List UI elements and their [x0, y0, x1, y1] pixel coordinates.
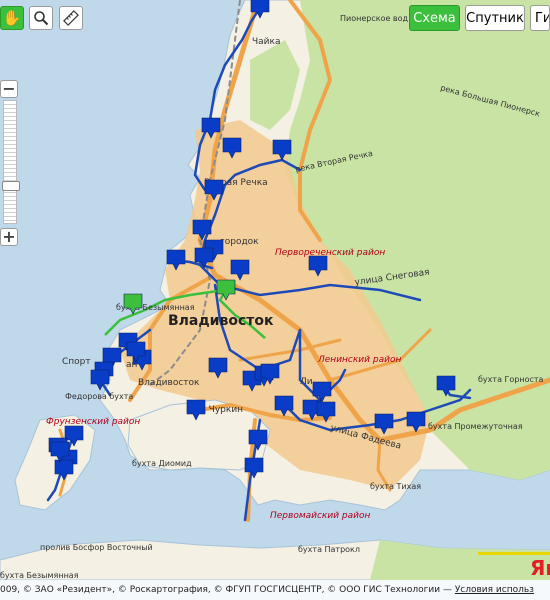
label-li: Ли	[300, 377, 313, 387]
ruler-icon	[63, 10, 79, 26]
map-type-hybrid[interactable]: Ги	[530, 5, 550, 31]
pan-tool-button[interactable]: ✋	[0, 6, 24, 30]
magnifier-icon	[34, 11, 49, 26]
label-chaika: Чайка	[252, 37, 281, 47]
label-pionerskoe: Пионерское вод	[340, 14, 409, 23]
zoom-out-button[interactable]: −	[0, 80, 18, 98]
label-bukhta-patrokl: бухта Патрокл	[298, 545, 360, 554]
label-frunzensky: Фрунзенский район	[46, 417, 140, 427]
label-bukhta-bezymyannaya2: бухта Безымянная	[0, 571, 79, 580]
label-bukhta-tikhaya: бухта Тихая	[370, 482, 421, 491]
terms-link[interactable]: Условия использ	[455, 585, 534, 595]
label-bukhta-gornostai: бухта Горноста	[478, 375, 544, 384]
ruler-button[interactable]	[59, 6, 83, 30]
label-pervorechensky: Первореченский район	[275, 248, 385, 258]
label-bosfor: пролив Босфор Восточный	[40, 543, 153, 552]
copyright-text: 009, © ЗАО «Резидент», © Роскартография,…	[0, 585, 455, 595]
label-vladivostok-station: Владивосток	[138, 378, 200, 388]
label-gorodok: городок	[220, 237, 259, 247]
zoom-slider-thumb[interactable]	[2, 181, 20, 191]
map-type-satellite[interactable]: Спутник	[465, 5, 525, 31]
map-canvas[interactable]: Пионерское вод Чайка река Большая Пионер…	[0, 0, 550, 600]
label-leninsky: Ленинский район	[317, 355, 401, 365]
label-sport: Спорт	[62, 357, 91, 367]
zoom-area-button[interactable]	[29, 6, 53, 30]
hand-icon: ✋	[2, 9, 22, 27]
yandex-logo: Ян	[530, 556, 550, 580]
label-bukhta-diomid: бухта Диомид	[132, 459, 192, 468]
label-fedorova: Федорова бухта	[65, 392, 133, 401]
city-label: Владивосток	[168, 313, 274, 329]
map-type-scheme[interactable]: Схема	[409, 5, 460, 31]
zoom-in-button[interactable]: +	[0, 228, 18, 246]
label-pervomaisky: Первомайский район	[270, 511, 371, 521]
copyright-footer: 009, © ЗАО «Резидент», © Роскартография,…	[0, 580, 550, 600]
zoom-slider[interactable]	[2, 100, 20, 224]
label-bukhta-promezhutochnaya: бухта Промежуточная	[428, 422, 523, 431]
scale-bar	[478, 552, 550, 555]
